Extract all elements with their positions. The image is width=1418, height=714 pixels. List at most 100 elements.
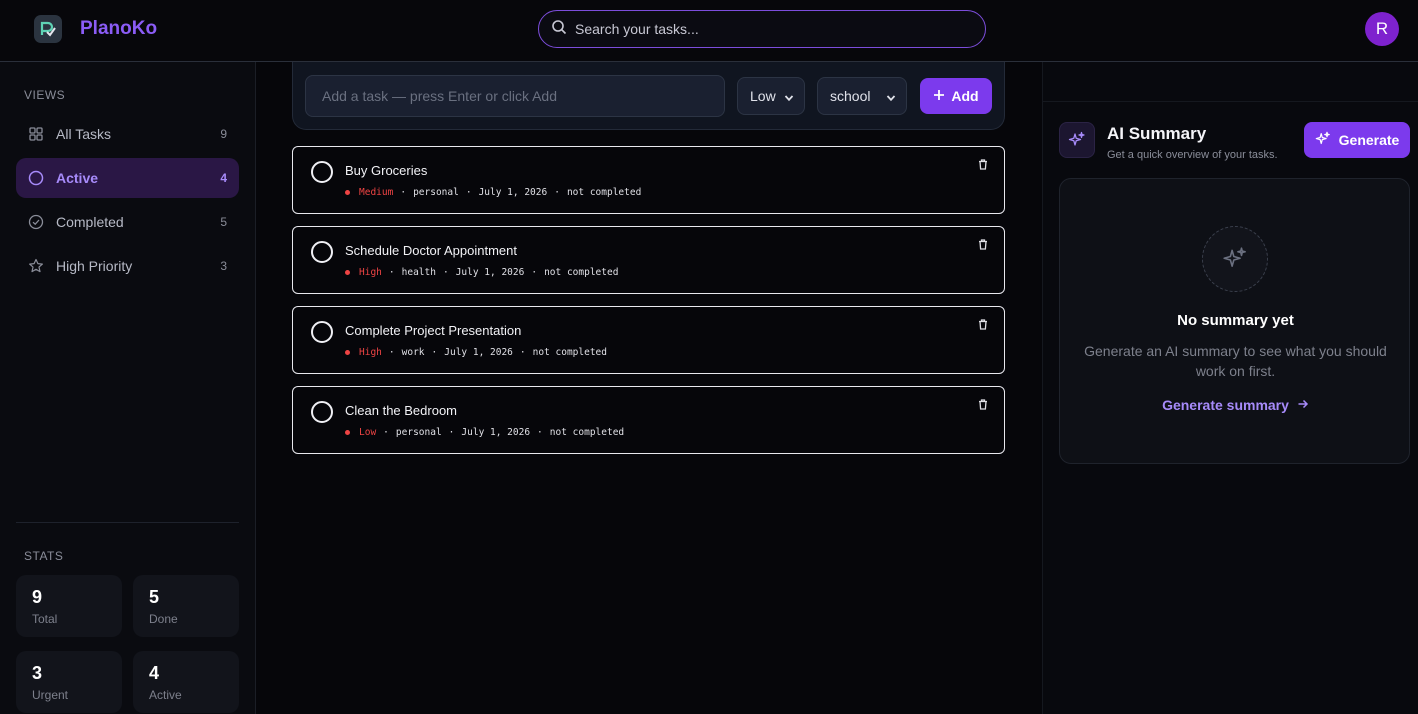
meta-separator: · xyxy=(388,347,395,358)
task-meta: High · work · July 1, 2026 · not complet… xyxy=(345,347,607,358)
meta-separator: · xyxy=(383,427,389,438)
sidebar: VIEWS All Tasks 9 Active 4 Completed 5 H… xyxy=(0,62,256,714)
trash-icon[interactable] xyxy=(978,237,988,255)
task-card[interactable]: Clean the Bedroom Low · personal · July … xyxy=(292,386,1005,454)
task-status: not completed xyxy=(532,347,607,358)
task-title: Clean the Bedroom xyxy=(345,403,458,418)
task-priority: High xyxy=(359,267,382,278)
task-status: not completed xyxy=(549,427,625,438)
task-priority: Medium xyxy=(359,187,394,198)
sidebar-item-completed[interactable]: Completed 5 xyxy=(16,202,239,242)
stat-urgent: 3 Urgent xyxy=(16,651,122,713)
circle-icon xyxy=(28,170,44,186)
logo-icon xyxy=(34,15,62,43)
stat-value: 3 xyxy=(32,663,43,683)
task-card[interactable]: Complete Project Presentation High · wor… xyxy=(292,306,1005,374)
chevron-down-icon xyxy=(784,90,794,106)
task-checkbox[interactable] xyxy=(311,161,333,183)
sidebar-item-label: All Tasks xyxy=(56,126,111,142)
arrow-right-icon xyxy=(1297,397,1309,413)
stat-label: Active xyxy=(149,688,182,702)
trash-icon[interactable] xyxy=(978,317,988,335)
task-meta: Low · personal · July 1, 2026 · not comp… xyxy=(345,427,624,438)
sidebar-item-label: Completed xyxy=(56,214,124,230)
stat-label: Total xyxy=(32,612,58,626)
task-category: work xyxy=(401,347,425,358)
sidebar-item-active[interactable]: Active 4 xyxy=(16,158,239,198)
task-card[interactable]: Schedule Doctor Appointment High · healt… xyxy=(292,226,1005,294)
sidebar-item-count: 3 xyxy=(220,259,227,273)
ai-summary-title: AI Summary xyxy=(1107,124,1207,143)
new-task-input[interactable] xyxy=(305,75,725,117)
priority-select[interactable]: Low xyxy=(737,77,805,115)
stat-label: Urgent xyxy=(32,688,69,702)
trash-icon[interactable] xyxy=(978,397,988,415)
category-select[interactable]: school xyxy=(817,77,907,115)
stat-label: Done xyxy=(149,612,178,626)
empty-summary-card: No summary yet Generate an AI summary to… xyxy=(1059,178,1410,464)
task-date: July 1, 2026 xyxy=(461,427,531,438)
sidebar-item-all-tasks[interactable]: All Tasks 9 xyxy=(16,114,239,154)
sidebar-item-label: High Priority xyxy=(56,258,133,274)
task-category: personal xyxy=(395,427,442,438)
sidebar-item-count: 9 xyxy=(220,127,227,141)
generate-label: Generate xyxy=(1338,132,1400,148)
priority-dot xyxy=(345,190,350,195)
generate-summary-label: Generate summary xyxy=(1162,397,1289,413)
category-select-value: school xyxy=(830,88,871,104)
add-task-button[interactable]: Add xyxy=(920,78,992,114)
task-meta: High · health · July 1, 2026 · not compl… xyxy=(345,267,618,278)
check-circle-icon xyxy=(28,214,44,230)
meta-separator: · xyxy=(388,267,395,278)
ai-summary-panel: AI Summary Get a quick overview of your … xyxy=(1042,62,1418,714)
task-checkbox[interactable] xyxy=(311,401,333,423)
meta-separator: · xyxy=(400,187,407,198)
priority-dot xyxy=(345,350,350,355)
main-content: Low school Add Buy Groceries Medium · pe… xyxy=(256,62,1042,714)
task-date: July 1, 2026 xyxy=(444,347,513,358)
meta-separator: · xyxy=(519,347,526,358)
priority-dot xyxy=(345,270,350,275)
generate-button[interactable]: Generate xyxy=(1304,122,1410,158)
add-task-label: Add xyxy=(951,88,979,104)
meta-separator: · xyxy=(442,267,449,278)
meta-separator: · xyxy=(554,187,560,198)
task-checkbox[interactable] xyxy=(311,241,333,263)
star-icon xyxy=(28,258,44,274)
stat-value: 9 xyxy=(32,587,43,607)
task-date: July 1, 2026 xyxy=(478,187,548,198)
search-icon xyxy=(551,19,567,40)
views-label: VIEWS xyxy=(24,88,66,102)
task-category: personal xyxy=(413,187,459,198)
task-title: Schedule Doctor Appointment xyxy=(345,243,517,258)
plus-icon xyxy=(933,88,945,104)
trash-icon[interactable] xyxy=(978,157,988,175)
priority-dot xyxy=(345,430,350,435)
search-bar[interactable] xyxy=(538,10,986,48)
meta-separator: · xyxy=(537,427,543,438)
panel-divider xyxy=(1043,101,1418,102)
meta-separator: · xyxy=(448,427,455,438)
task-priority: High xyxy=(359,347,382,358)
stat-active: 4 Active xyxy=(133,651,239,713)
sparkles-icon xyxy=(1202,226,1268,292)
stat-value: 5 xyxy=(149,587,160,607)
search-input[interactable] xyxy=(575,21,955,37)
task-date: July 1, 2026 xyxy=(455,267,525,278)
grid-icon xyxy=(28,126,44,142)
stat-done: 5 Done xyxy=(133,575,239,637)
avatar[interactable]: R xyxy=(1365,12,1399,46)
sparkles-icon xyxy=(1315,131,1331,150)
stats-label: STATS xyxy=(24,549,64,563)
task-card[interactable]: Buy Groceries Medium · personal · July 1… xyxy=(292,146,1005,214)
task-priority: Low xyxy=(359,427,377,438)
meta-separator: · xyxy=(465,187,472,198)
sidebar-item-high-priority[interactable]: High Priority 3 xyxy=(16,246,239,286)
generate-summary-link[interactable]: Generate summary xyxy=(1060,397,1411,413)
sidebar-item-count: 5 xyxy=(220,215,227,229)
task-title: Complete Project Presentation xyxy=(345,323,522,338)
task-checkbox[interactable] xyxy=(311,321,333,343)
meta-separator: · xyxy=(431,347,438,358)
task-composer: Low school Add xyxy=(292,62,1005,130)
task-meta: Medium · personal · July 1, 2026 · not c… xyxy=(345,187,641,198)
